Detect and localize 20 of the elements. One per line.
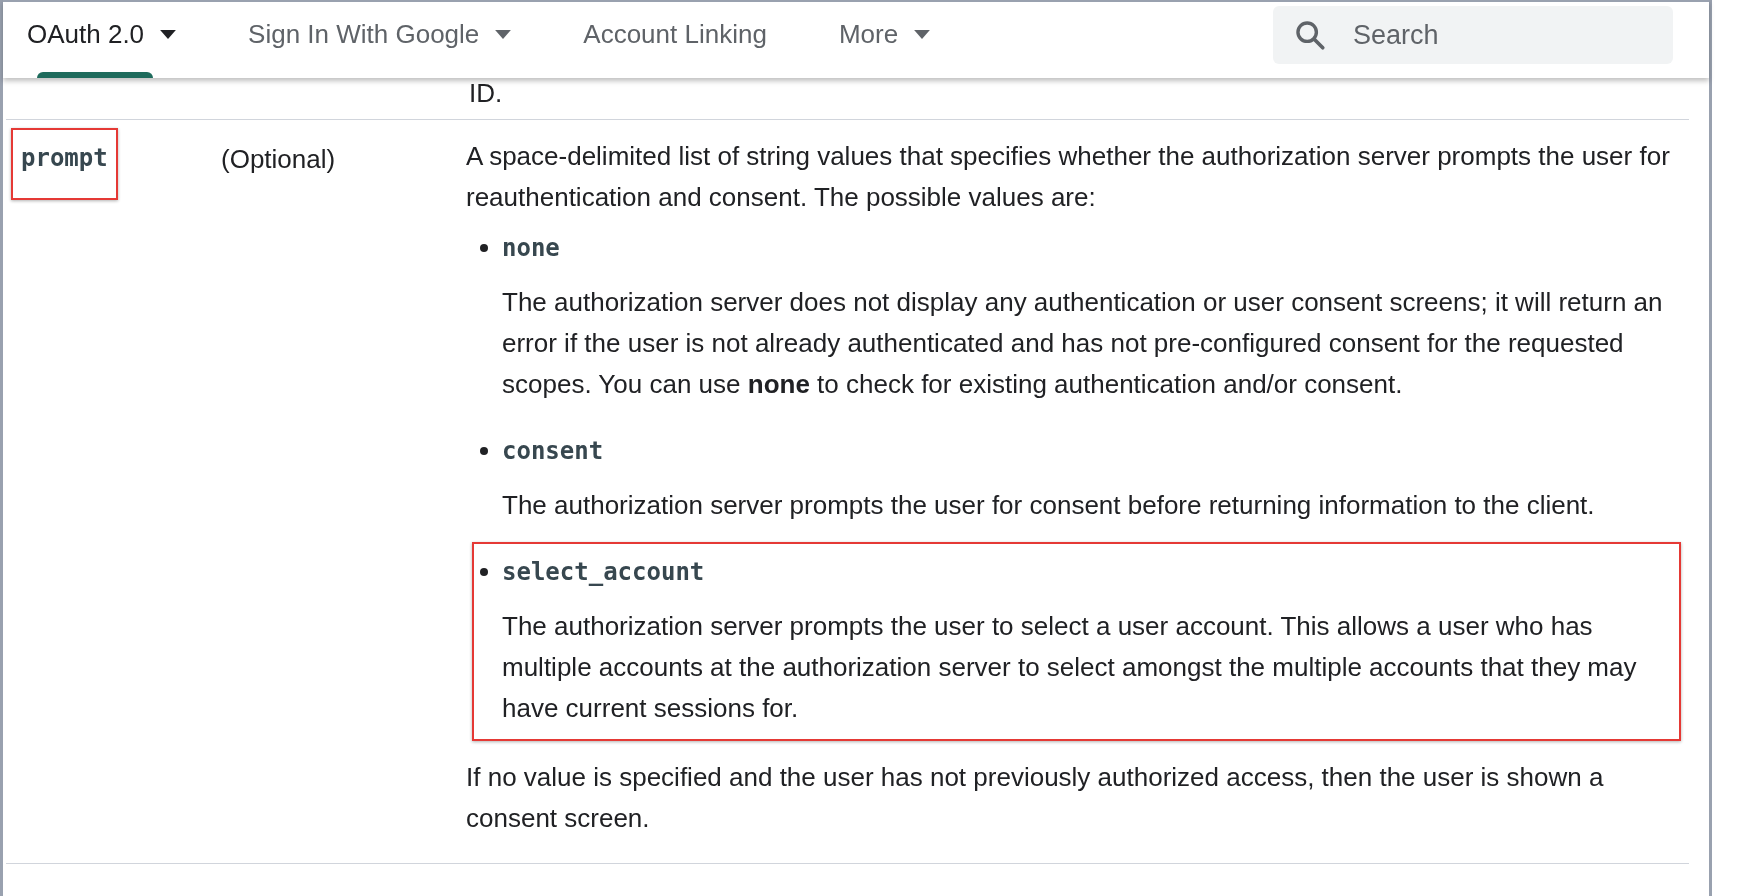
requirement-text: (Optional) (221, 144, 336, 174)
value-name: none (502, 232, 560, 264)
value-name: consent (502, 435, 604, 467)
description-text: ID. (469, 78, 503, 108)
value-description: The authorization server prompts the user to select a user account. This allows a user who has multiple accounts at the authorization server to select amongst the multiple accounts that they may have current sessions for. (501, 610, 1638, 725)
nav-tab[interactable]: Account Linking (583, 12, 767, 56)
nav-tab[interactable]: More (838, 12, 931, 56)
search-field[interactable]: Search (1273, 6, 1673, 64)
search-icon (1293, 18, 1327, 52)
bullet-icon (480, 244, 488, 252)
value-description: The authorization server prompts the user for consent before returning information to the client. (501, 489, 1596, 522)
bullet-icon (480, 568, 488, 576)
parameter-name: prompt (11, 128, 118, 200)
value-name: select_account (502, 556, 705, 588)
description-text: A space-delimited list of string values that specifies whether the authorization server prompts the user for reauthentication and consent. The possible values are: (466, 140, 1671, 214)
bullet-icon (480, 447, 488, 455)
note-text: If no value is specified and the user has not previously authorized access, then the user is shown a consent screen. (466, 761, 1605, 835)
nav-tab[interactable]: OAuth 2.0 (27, 12, 177, 56)
nav-tab[interactable]: Sign In With Google (248, 12, 512, 56)
value-description: The authorization server does not display any authentication or user consent screens; it will return an error if the user is not already authenticated and has not pre-configured consent for the requested scopes. You can use none to check for existing authentication and/or consent. (501, 286, 1664, 401)
